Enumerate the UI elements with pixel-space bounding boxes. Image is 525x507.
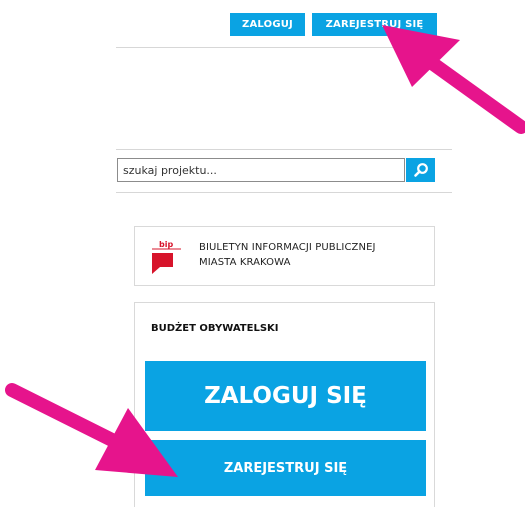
budget-panel: BUDŻET OBYWATELSKI ZALOGUJ SIĘ ZAREJESTR…	[134, 302, 435, 507]
search-input[interactable]	[117, 158, 405, 182]
search-divider-top	[116, 149, 452, 150]
search-divider-bottom	[116, 192, 452, 193]
bip-link[interactable]: bip BIULETYN INFORMACJI PUBLICZNEJ MIAST…	[134, 226, 435, 286]
search-button[interactable]	[406, 158, 435, 182]
header-register-button[interactable]: ZAREJESTRUJ SIĘ	[312, 13, 437, 36]
budget-register-button[interactable]: ZAREJESTRUJ SIĘ	[145, 440, 426, 496]
bip-logo: bip	[152, 240, 181, 274]
budget-login-button[interactable]: ZALOGUJ SIĘ	[145, 361, 426, 431]
header-login-button[interactable]: ZALOGUJ	[230, 13, 305, 36]
bip-text: BIULETYN INFORMACJI PUBLICZNEJ MIASTA KR…	[199, 240, 376, 270]
bip-line-2: MIASTA KRAKOWA	[199, 257, 291, 268]
budget-title: BUDŻET OBYWATELSKI	[151, 323, 279, 334]
page: ZALOGUJ ZAREJESTRUJ SIĘ bip BIULETYN INF…	[0, 0, 525, 507]
header-divider	[116, 47, 452, 48]
bip-line-1: BIULETYN INFORMACJI PUBLICZNEJ	[199, 242, 376, 253]
arrow-top-icon	[382, 25, 525, 134]
search-icon	[413, 163, 428, 177]
svg-text:bip: bip	[159, 240, 173, 249]
